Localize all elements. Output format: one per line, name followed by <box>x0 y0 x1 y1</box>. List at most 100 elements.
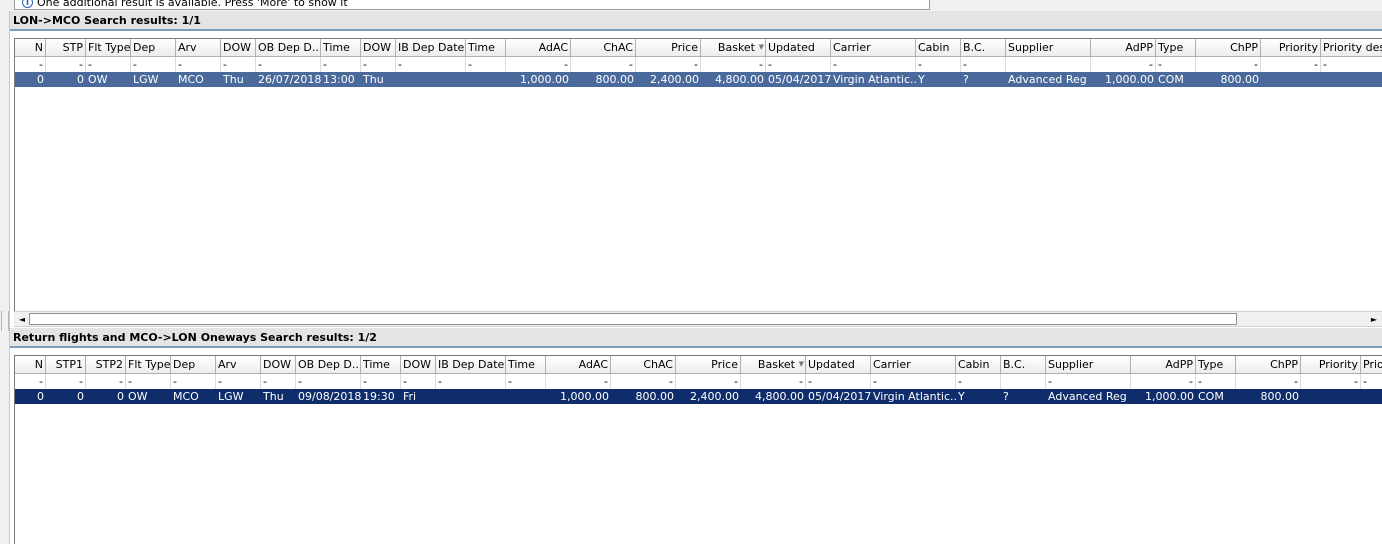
filter-cell[interactable]: - <box>361 57 396 72</box>
column-header-type[interactable]: Type <box>1156 39 1196 57</box>
column-header-priority[interactable]: Priority <box>1301 356 1361 374</box>
column-header-adac[interactable]: AdAC <box>546 356 611 374</box>
filter-cell[interactable]: - <box>1196 57 1261 72</box>
column-header-type[interactable]: Type <box>1196 356 1236 374</box>
filter-cell[interactable]: - <box>546 374 611 389</box>
column-header-supplier[interactable]: Supplier <box>1006 39 1091 57</box>
filter-cell[interactable]: - <box>956 374 1001 389</box>
column-header-time[interactable]: Time <box>361 356 401 374</box>
filter-cell[interactable]: - <box>916 57 961 72</box>
filter-cell[interactable]: - <box>15 374 46 389</box>
column-header-time[interactable]: Time <box>506 356 546 374</box>
column-header-basket[interactable]: Basket ▼ <box>741 356 806 374</box>
filter-cell[interactable]: - <box>256 57 321 72</box>
scroll-left-arrow-icon[interactable]: ◄ <box>16 314 28 325</box>
column-header-basket[interactable]: Basket ▼ <box>701 39 766 57</box>
column-header-dow[interactable]: DOW <box>401 356 436 374</box>
filter-cell[interactable]: - <box>571 57 636 72</box>
filter-cell[interactable]: - <box>221 57 256 72</box>
filter-cell[interactable]: - <box>361 374 401 389</box>
column-header-dow[interactable]: DOW <box>361 39 396 57</box>
scrollbar-thumb[interactable] <box>29 313 1237 325</box>
column-header-n[interactable]: N <box>15 39 46 57</box>
column-header-chac[interactable]: ChAC <box>611 356 676 374</box>
column-header-ib-dep-date[interactable]: IB Dep Date <box>436 356 506 374</box>
column-header-supplier[interactable]: Supplier <box>1046 356 1131 374</box>
outbound-results-grid[interactable]: N STP Flt Type Dep Arv DOW OB Dep D... Time DOW I… <box>14 38 1382 311</box>
filter-cell[interactable]: - <box>1261 57 1321 72</box>
column-header-b-c[interactable]: B.C. <box>1001 356 1046 374</box>
filter-cell[interactable]: - <box>676 374 741 389</box>
column-header-stp1[interactable]: STP1 <box>46 356 86 374</box>
column-header-arv[interactable]: Arv <box>176 39 221 57</box>
inbound-results-grid[interactable]: N STP1 STP2 Flt Type Dep Arv DOW OB Dep D... Tim… <box>14 355 1382 544</box>
column-header-adac[interactable]: AdAC <box>506 39 571 57</box>
filter-cell[interactable]: - <box>831 57 916 72</box>
column-header-dow[interactable]: DOW <box>261 356 296 374</box>
filter-cell[interactable]: - <box>1131 374 1196 389</box>
column-header-priority-desc[interactable]: Priority desc <box>1321 39 1382 57</box>
filter-cell[interactable]: - <box>15 57 46 72</box>
column-header-dow[interactable]: DOW <box>221 39 256 57</box>
filter-cell[interactable]: - <box>86 57 131 72</box>
filter-cell[interactable] <box>1001 374 1046 389</box>
column-header-carrier[interactable]: Carrier <box>871 356 956 374</box>
filter-cell[interactable]: - <box>86 374 126 389</box>
filter-cell[interactable]: - <box>46 57 86 72</box>
column-header-updated[interactable]: Updated <box>766 39 831 57</box>
table-row[interactable]: 0 0 OW LGW MCO Thu 26/07/2018 13:00 Thu 1,000.00 8… <box>15 72 1382 87</box>
filter-cell[interactable]: - <box>611 374 676 389</box>
column-header-updated[interactable]: Updated <box>806 356 871 374</box>
filter-cell[interactable]: - <box>171 374 216 389</box>
filter-cell[interactable]: - <box>1196 374 1236 389</box>
column-header-ib-dep-date[interactable]: IB Dep Date <box>396 39 466 57</box>
column-header-ob-dep-d[interactable]: OB Dep D... <box>296 356 361 374</box>
filter-cell[interactable]: - <box>401 374 436 389</box>
filter-cell[interactable]: - <box>1236 374 1301 389</box>
column-header-time[interactable]: Time <box>466 39 506 57</box>
filter-cell[interactable]: - <box>961 57 1006 72</box>
column-header-price[interactable]: Price <box>636 39 701 57</box>
column-header-time[interactable]: Time <box>321 39 361 57</box>
column-header-chpp[interactable]: ChPP <box>1236 356 1301 374</box>
filter-cell[interactable]: - <box>176 57 221 72</box>
filter-cell[interactable]: - <box>806 374 871 389</box>
filter-cell[interactable]: - <box>506 57 571 72</box>
column-header-cabin[interactable]: Cabin <box>956 356 1001 374</box>
filter-cell[interactable]: - <box>871 374 956 389</box>
filter-cell[interactable]: - <box>466 57 506 72</box>
scroll-right-arrow-icon[interactable]: ► <box>1368 314 1380 325</box>
column-header-b-c[interactable]: B.C. <box>961 39 1006 57</box>
filter-cell[interactable]: - <box>131 57 176 72</box>
column-header-adpp[interactable]: AdPP <box>1131 356 1196 374</box>
filter-cell[interactable]: - <box>766 57 831 72</box>
column-header-stp[interactable]: STP <box>46 39 86 57</box>
filter-cell[interactable]: - <box>506 374 546 389</box>
column-header-dep[interactable]: Dep <box>171 356 216 374</box>
column-header-chac[interactable]: ChAC <box>571 39 636 57</box>
filter-cell[interactable]: - <box>126 374 171 389</box>
filter-cell[interactable]: - <box>701 57 766 72</box>
column-header-dep[interactable]: Dep <box>131 39 176 57</box>
column-header-priority[interactable]: Priority <box>1261 39 1321 57</box>
left-splitter[interactable] <box>0 11 10 544</box>
table-row[interactable]: 0 0 0 OW MCO LGW Thu 09/08/2018 19:30 Fri 1,000.00… <box>15 389 1382 404</box>
column-header-prior[interactable]: Prior <box>1361 356 1382 374</box>
filter-cell[interactable]: - <box>1046 374 1131 389</box>
column-header-chpp[interactable]: ChPP <box>1196 39 1261 57</box>
filter-cell[interactable]: - <box>741 374 806 389</box>
column-header-stp2[interactable]: STP2 <box>86 356 126 374</box>
column-header-price[interactable]: Price <box>676 356 741 374</box>
filter-cell[interactable]: - <box>396 57 466 72</box>
filter-cell[interactable]: - <box>1321 57 1382 72</box>
filter-cell[interactable]: - <box>261 374 296 389</box>
outbound-horizontal-scrollbar[interactable]: ◄ ► <box>14 311 1382 327</box>
column-header-adpp[interactable]: AdPP <box>1091 39 1156 57</box>
column-header-flt-type[interactable]: Flt Type <box>126 356 171 374</box>
filter-cell[interactable]: - <box>436 374 506 389</box>
column-header-arv[interactable]: Arv <box>216 356 261 374</box>
filter-cell[interactable]: - <box>321 57 361 72</box>
filter-cell[interactable]: - <box>46 374 86 389</box>
column-header-cabin[interactable]: Cabin <box>916 39 961 57</box>
filter-cell[interactable]: - <box>1301 374 1361 389</box>
